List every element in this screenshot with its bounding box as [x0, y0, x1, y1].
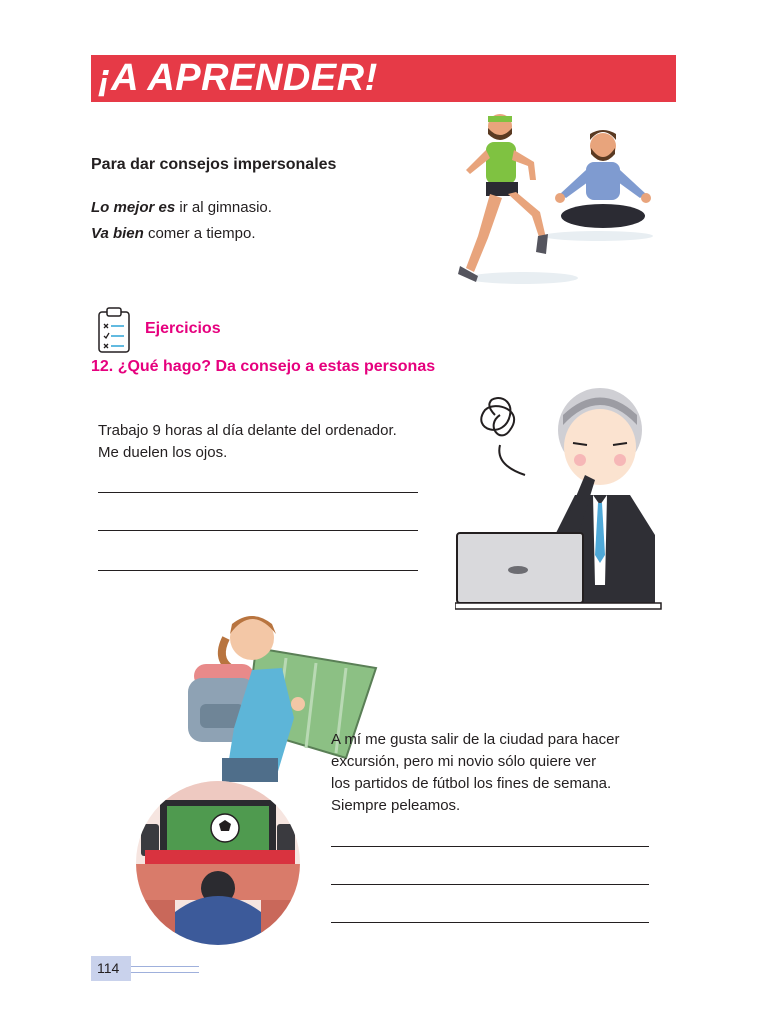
- example-rest: comer a tiempo.: [143, 225, 256, 242]
- page-number: 114: [91, 956, 131, 981]
- answer-line: [331, 884, 649, 885]
- exercise-title: 12. ¿Qué hago? Da consejo a estas person…: [91, 358, 436, 375]
- answer-line: [98, 492, 418, 493]
- page-title: ¡A APRENDER!: [98, 57, 378, 99]
- example-emphasis: Lo mejor es: [91, 199, 176, 216]
- answer-line: [331, 846, 649, 847]
- example-emphasis: Va bien: [91, 225, 144, 242]
- lesson-heading: Para dar consejos impersonales: [91, 156, 337, 173]
- prompt-line: Me duelen los ojos.: [98, 444, 228, 461]
- exercise-prompt: A mí me gusta salir de la ciudad para ha…: [331, 729, 620, 817]
- prompt-line: A mí me gusta salir de la ciudad para ha…: [331, 731, 620, 748]
- tired-office-worker-illustration: [455, 388, 662, 610]
- prompt-line: Siempre peleamos.: [331, 797, 461, 814]
- prompt-line: los partidos de fútbol los fines de sema…: [331, 775, 612, 792]
- example-sentence: Va bien comer a tiempo.: [91, 225, 256, 242]
- exercise-people-illustration: [458, 114, 653, 284]
- answer-line: [98, 570, 418, 571]
- example-rest: ir al gimnasio.: [175, 199, 272, 216]
- title-banner: ¡A APRENDER!: [91, 55, 676, 102]
- football-fan-illustration: [136, 781, 300, 945]
- prompt-line: Trabajo 9 horas al día delante del orden…: [98, 422, 397, 439]
- clipboard-icon: [98, 307, 130, 353]
- answer-line: [331, 922, 649, 923]
- prompt-line: excursión, pero mi novio sólo quiere ver: [331, 753, 597, 770]
- exercises-label: Ejercicios: [145, 320, 221, 337]
- example-sentence: Lo mejor es ir al gimnasio.: [91, 199, 272, 216]
- answer-line: [98, 530, 418, 531]
- page-number-rule: [131, 966, 199, 973]
- exercise-prompt: Trabajo 9 horas al día delante del orden…: [98, 420, 397, 464]
